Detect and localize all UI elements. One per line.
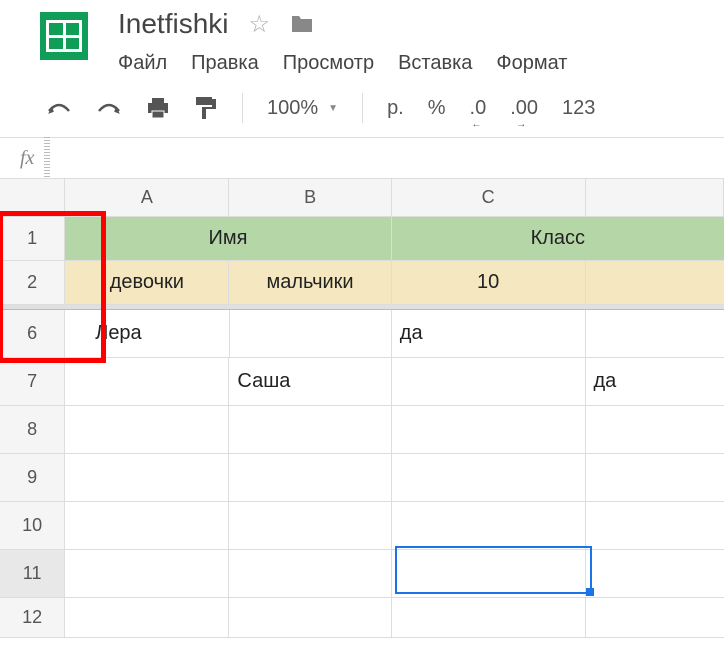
cell[interactable] <box>586 550 724 598</box>
cell[interactable] <box>65 358 229 406</box>
folder-icon[interactable] <box>290 14 314 34</box>
row-header[interactable]: 2 <box>0 261 65 305</box>
cell[interactable]: Класс <box>392 217 724 261</box>
cell[interactable] <box>229 454 391 502</box>
cell[interactable]: Имя <box>65 217 391 261</box>
cell[interactable] <box>230 310 392 358</box>
cell[interactable] <box>229 598 391 638</box>
row-header[interactable]: 9 <box>0 454 65 502</box>
star-icon[interactable]: ☆ <box>249 10 271 39</box>
cell[interactable]: девочки <box>65 261 229 305</box>
document-title[interactable]: Inetfishki <box>118 8 229 40</box>
cell[interactable] <box>392 358 586 406</box>
cell[interactable] <box>65 406 229 454</box>
menu-file[interactable]: Файл <box>118 52 167 75</box>
row-header[interactable]: 11 <box>0 550 65 598</box>
zoom-dropdown[interactable]: 100% ▼ <box>267 97 338 120</box>
zoom-value: 100% <box>267 97 318 120</box>
cell[interactable] <box>392 598 586 638</box>
cell[interactable] <box>229 502 391 550</box>
increase-decimal-button[interactable]: .00→ <box>510 97 538 120</box>
percent-button[interactable]: % <box>428 97 446 120</box>
cell[interactable] <box>229 406 391 454</box>
column-header-d[interactable] <box>586 179 724 217</box>
sheets-logo <box>40 12 88 60</box>
menu-format[interactable]: Формат <box>496 52 567 75</box>
cell[interactable] <box>586 598 724 638</box>
cell[interactable] <box>392 454 586 502</box>
menu-bar: Файл Правка Просмотр Вставка Формат <box>118 48 567 75</box>
select-all-corner[interactable] <box>0 179 65 217</box>
column-header-b[interactable]: B <box>229 179 391 217</box>
row-header[interactable]: 12 <box>0 598 65 638</box>
cell[interactable] <box>392 406 586 454</box>
cell[interactable] <box>65 454 229 502</box>
row-header[interactable]: 7 <box>0 358 65 406</box>
formula-bar: fx <box>0 137 724 179</box>
cell[interactable] <box>586 454 724 502</box>
column-header-c[interactable]: C <box>392 179 586 217</box>
toolbar: 100% ▼ р. % .0← .00→ 123 <box>0 75 724 137</box>
cell[interactable] <box>392 550 586 598</box>
spreadsheet-grid: A B C 1 Имя Класс 2 девочки мальчики 10 … <box>0 179 724 638</box>
chevron-down-icon: ▼ <box>328 103 338 114</box>
print-icon[interactable] <box>146 97 170 119</box>
cell[interactable]: мальчики <box>229 261 391 305</box>
redo-icon[interactable] <box>96 99 122 117</box>
cell[interactable] <box>586 261 724 305</box>
drag-handle-icon[interactable] <box>44 137 50 179</box>
paint-format-icon[interactable] <box>194 95 218 121</box>
menu-insert[interactable]: Вставка <box>398 52 472 75</box>
app-header: Inetfishki ☆ Файл Правка Просмотр Вставк… <box>0 0 724 75</box>
more-formats-button[interactable]: 123 <box>562 97 595 120</box>
cell[interactable] <box>586 406 724 454</box>
row-header[interactable]: 10 <box>0 502 65 550</box>
cell[interactable]: Лера <box>65 310 229 358</box>
cell[interactable] <box>392 502 586 550</box>
cell[interactable]: да <box>586 358 724 406</box>
cell[interactable] <box>65 550 229 598</box>
cell[interactable] <box>65 502 229 550</box>
row-header[interactable]: 8 <box>0 406 65 454</box>
cell[interactable] <box>229 550 391 598</box>
cell[interactable]: да <box>392 310 586 358</box>
cell[interactable]: Саша <box>229 358 391 406</box>
currency-button[interactable]: р. <box>387 97 404 120</box>
cell[interactable] <box>65 598 229 638</box>
cell[interactable] <box>586 310 724 358</box>
undo-icon[interactable] <box>46 99 72 117</box>
fx-label: fx <box>20 147 34 170</box>
column-header-a[interactable]: A <box>65 179 229 217</box>
formula-input[interactable] <box>60 138 724 178</box>
cell[interactable]: 10 <box>392 261 586 305</box>
row-header[interactable]: 1 <box>0 217 65 261</box>
cell[interactable] <box>586 502 724 550</box>
decrease-decimal-button[interactable]: .0← <box>470 97 487 120</box>
row-header[interactable]: 6 <box>0 310 65 358</box>
menu-edit[interactable]: Правка <box>191 52 259 75</box>
menu-view[interactable]: Просмотр <box>283 52 374 75</box>
